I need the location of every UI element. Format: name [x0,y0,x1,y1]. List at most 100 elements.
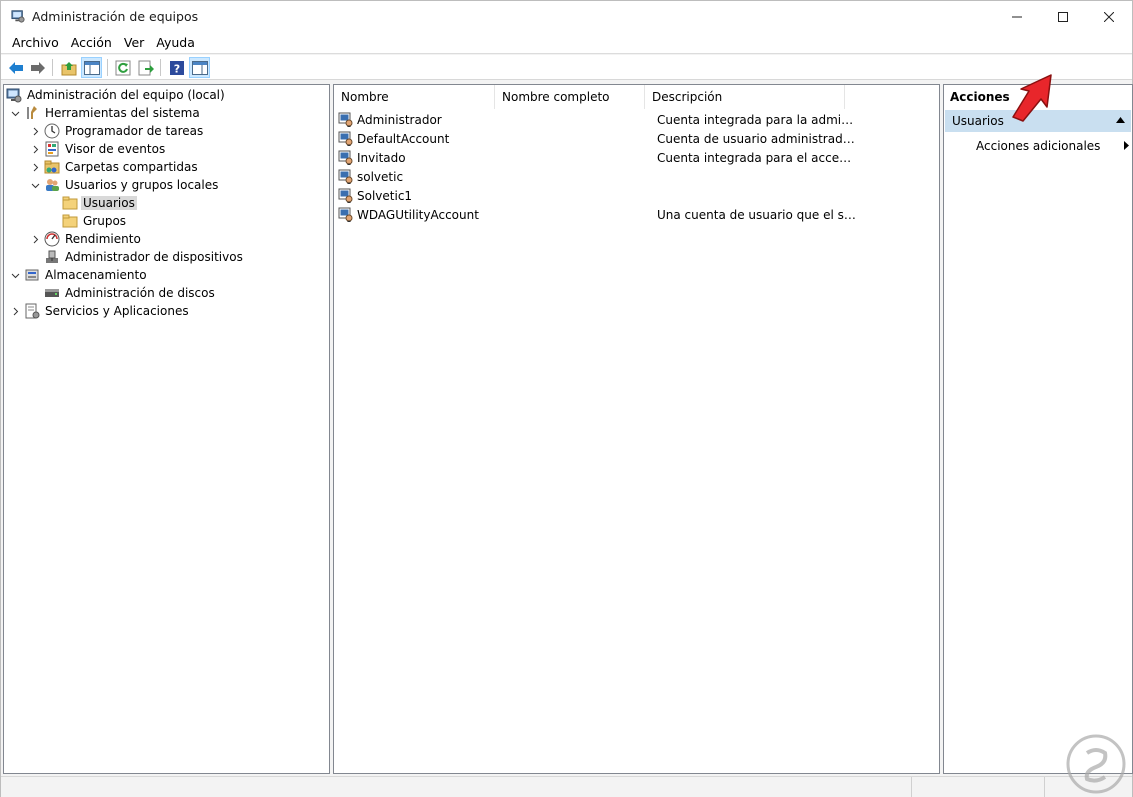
device-manager-icon [44,249,60,265]
table-row[interactable]: Invitado Cuenta integrada para el acceso … [338,148,857,167]
forward-button[interactable] [27,57,48,78]
annotation-arrow-icon [1012,74,1052,122]
tree-item-root[interactable]: Administración del equipo (local) [6,86,227,104]
tree-item-grupos[interactable]: Grupos [62,212,128,230]
menu-ayuda[interactable]: Ayuda [150,35,201,50]
toolbar-separator [52,59,53,76]
cell-description: Cuenta integrada para el acceso c... [657,150,857,165]
clock-icon [44,123,60,139]
column-header-descripcion[interactable]: Descripción [645,85,845,109]
back-icon [8,61,23,74]
cell-name: WDAGUtilityAccount [357,207,479,222]
chevron-right-icon[interactable] [8,302,22,320]
actions-pane: Acciones Usuarios Acciones adicionales [943,84,1133,774]
menu-archivo[interactable]: Archivo [6,35,65,50]
cell-description: Cuenta integrada para la administ... [657,112,857,127]
collapse-up-icon[interactable] [1116,117,1125,123]
tree-item-administracion-discos[interactable]: Administración de discos [44,284,217,302]
up-folder-icon [61,61,76,75]
cell-name: Administrador [357,112,442,127]
chevron-down-icon[interactable] [28,176,42,194]
tree-item-label: Almacenamiento [45,268,147,282]
chevron-right-icon[interactable] [28,122,42,140]
table-row[interactable]: DefaultAccount Cuenta de usuario administ… [338,129,857,148]
forward-icon [30,61,45,74]
cell-description: Una cuenta de usuario que el siste... [657,207,857,222]
disk-icon [44,285,60,301]
show-hide-console-tree-button[interactable] [81,57,102,78]
user-icon [338,188,354,204]
submenu-arrow-icon [1124,141,1129,150]
cell-name: DefaultAccount [357,131,450,146]
tree-item-label: Administración de discos [65,286,215,300]
column-header-nombre[interactable]: Nombre [334,85,495,109]
tree-item-label: Administrador de dispositivos [65,250,243,264]
minimize-button[interactable] [994,1,1040,32]
list-header: Nombre Nombre completo Descripción [334,85,939,109]
chevron-right-icon[interactable] [28,158,42,176]
user-icon [338,112,354,128]
chevron-right-icon[interactable] [28,140,42,158]
status-segment [911,777,1044,797]
computer-management-icon [6,87,22,103]
menu-accion[interactable]: Acción [65,35,118,50]
folder-icon [62,213,78,229]
window-title: Administración de equipos [32,9,199,24]
table-row[interactable]: WDAGUtilityAccount Una cuenta de usuario … [338,205,857,224]
tree-item-carpetas[interactable]: Carpetas compartidas [28,158,200,176]
show-hide-action-pane-icon [191,60,208,75]
show-hide-action-pane-button[interactable] [189,57,210,78]
tree-item-label: Visor de eventos [65,142,166,156]
performance-icon [44,231,60,247]
table-row[interactable]: solvetic [338,167,857,186]
svg-text:?: ? [173,62,179,75]
tree-item-label: Servicios y Aplicaciones [45,304,189,318]
help-button[interactable]: ? [166,57,187,78]
cell-name: Invitado [357,150,406,165]
maximize-icon [1058,11,1068,22]
refresh-button[interactable] [112,57,133,78]
up-one-level-button[interactable] [58,57,79,78]
tree-item-herramientas[interactable]: Herramientas del sistema [8,104,202,122]
user-icon [338,131,354,147]
tree-item-programador[interactable]: Programador de tareas [28,122,205,140]
event-viewer-icon [44,141,60,157]
show-hide-tree-icon [83,60,100,75]
action-acciones-adicionales[interactable]: Acciones adicionales [976,137,1129,155]
cell-name: solvetic [357,169,404,184]
column-header-nombre-completo[interactable]: Nombre completo [495,85,645,109]
chevron-right-icon[interactable] [28,230,42,248]
tree-item-label: Carpetas compartidas [65,160,198,174]
menu-ver[interactable]: Ver [118,35,150,50]
tree-item-almacenamiento[interactable]: Almacenamiento [8,266,149,284]
close-icon [1104,11,1114,22]
export-list-icon [138,60,154,75]
tree-item-visor-eventos[interactable]: Visor de eventos [28,140,167,158]
chevron-down-icon[interactable] [8,104,22,122]
menu-bar: Archivo Acción Ver Ayuda [1,32,1132,54]
table-row[interactable]: Administrador Cuenta integrada para la ad… [338,110,857,129]
action-label: Acciones adicionales [976,139,1101,153]
user-icon [338,169,354,185]
watermark-logo [1066,734,1126,794]
close-button[interactable] [1086,1,1132,32]
user-icon [338,207,354,223]
window-controls [994,1,1132,32]
tree-item-usuarios-grupos[interactable]: Usuarios y grupos locales [28,176,220,194]
tree-item-servicios-aplicaciones[interactable]: Servicios y Aplicaciones [8,302,191,320]
table-row[interactable]: Solvetic1 [338,186,857,205]
chevron-down-icon[interactable] [8,266,22,284]
toolbar: ? [1,55,1132,80]
tree-item-administrador-dispositivos[interactable]: Administrador de dispositivos [44,248,245,266]
export-list-button[interactable] [135,57,156,78]
tree-item-usuarios[interactable]: Usuarios [62,194,137,212]
toolbar-separator [107,59,108,76]
tree-item-label: Programador de tareas [65,124,204,138]
tree-item-rendimiento[interactable]: Rendimiento [28,230,143,248]
services-icon [24,303,40,319]
tree-item-label: Herramientas del sistema [45,106,200,120]
computer-management-window: Administración de equipos Archivo Acción… [0,0,1133,797]
back-button[interactable] [5,57,26,78]
maximize-button[interactable] [1040,1,1086,32]
user-icon [338,150,354,166]
